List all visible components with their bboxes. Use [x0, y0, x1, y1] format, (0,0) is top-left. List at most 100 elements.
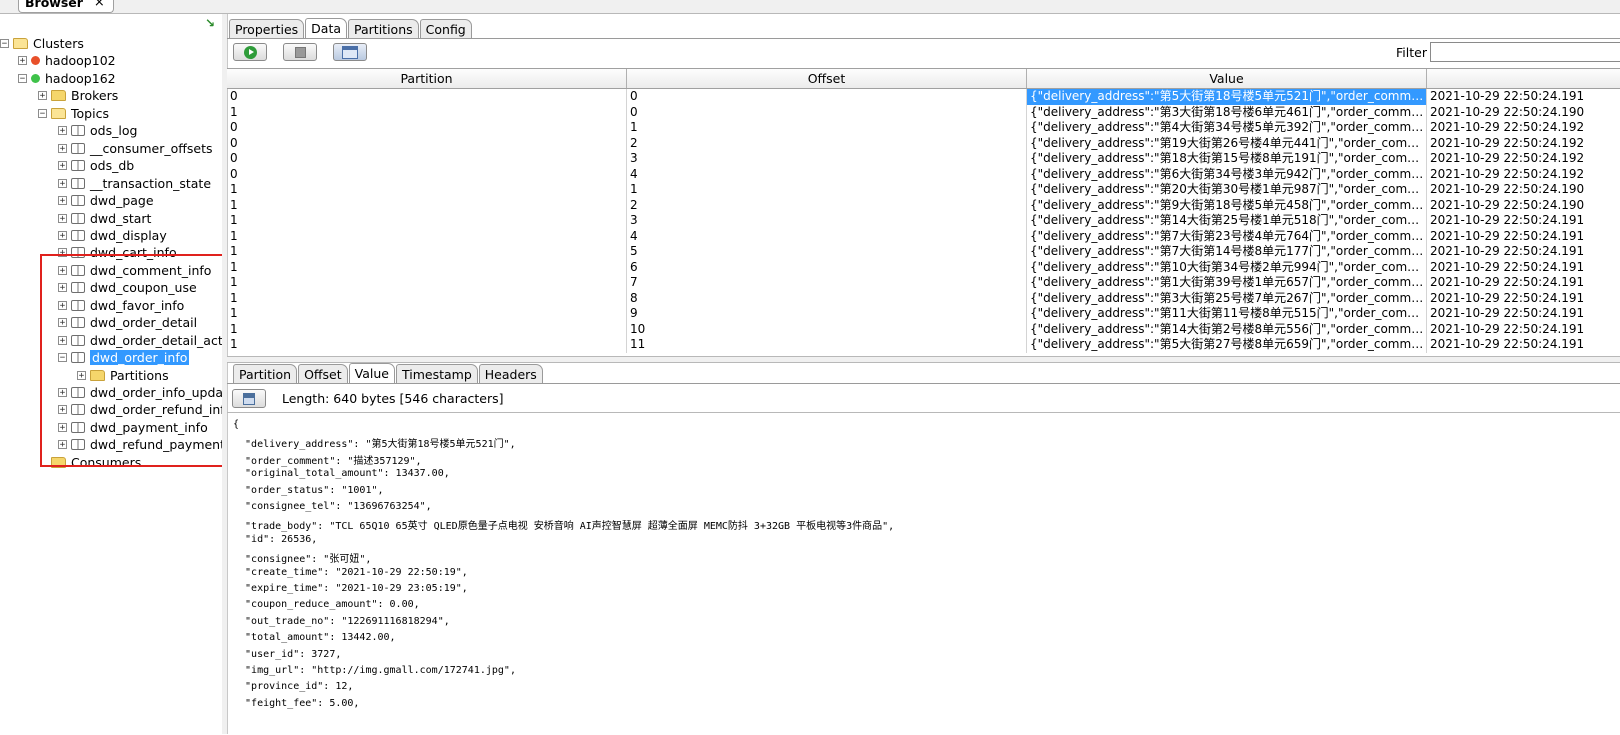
tree-topic[interactable]: + dwd_order_detail_activ — [58, 332, 222, 349]
tree-clusters[interactable]: − Clusters — [0, 35, 84, 52]
expand-icon[interactable]: + — [58, 422, 67, 432]
tree-topic[interactable]: + dwd_start — [58, 210, 151, 227]
filter-input[interactable] — [1430, 42, 1620, 62]
play-icon — [243, 45, 257, 59]
expand-icon[interactable]: + — [58, 265, 67, 275]
expand-icon[interactable]: + — [58, 405, 67, 415]
expand-icon[interactable]: + — [58, 440, 67, 450]
collapse-icon[interactable]: − — [0, 39, 9, 49]
cell-partition: 1 — [227, 244, 627, 260]
tree-consumers[interactable]: Consumers — [38, 454, 141, 471]
tree-topic[interactable]: + dwd_favor_info — [58, 297, 184, 314]
table-row[interactable]: 1 9 {"delivery_address":"第11大街第11号楼8单元515门… — [227, 306, 1620, 322]
tree-topic-selected[interactable]: − dwd_order_info — [58, 349, 190, 366]
table-view-icon — [342, 45, 358, 59]
detail-tabbar: Partition Offset Value Timestamp Headers — [233, 363, 544, 383]
tree-topic[interactable]: + dwd_order_refund_info — [58, 401, 222, 418]
close-icon[interactable]: × — [94, 0, 105, 10]
table-row[interactable]: 0 4 {"delivery_address":"第6大街第34号楼3单元942门"… — [227, 166, 1620, 182]
table-row[interactable]: 0 1 {"delivery_address":"第4大街第34号楼5单元392门"… — [227, 120, 1620, 136]
table-row[interactable]: 1 7 {"delivery_address":"第1大街第39号楼1单元657门"… — [227, 275, 1620, 291]
tree-topic[interactable]: + dwd_cart_info — [58, 244, 177, 261]
expand-icon[interactable]: + — [77, 370, 86, 380]
collapse-icon[interactable]: − — [18, 73, 27, 83]
tree-topic[interactable]: + dwd_display — [58, 227, 167, 244]
detail-tab-value[interactable]: Value — [348, 363, 395, 383]
tree-topic[interactable]: + ods_log — [58, 122, 137, 139]
tree-topic[interactable]: + dwd_payment_info — [58, 419, 208, 436]
tree-topic[interactable]: + dwd_refund_payment — [58, 436, 222, 453]
table-row[interactable]: 1 11 {"delivery_address":"第5大街第27号楼8单元659门… — [227, 337, 1620, 353]
tab-data[interactable]: Data — [305, 18, 348, 38]
tree-topic[interactable]: + dwd_order_info_update — [58, 384, 222, 401]
detail-tab-partition[interactable]: Partition — [233, 364, 298, 383]
tree-topics[interactable]: − Topics — [38, 105, 109, 122]
main-tabbar-line — [227, 38, 1620, 39]
expand-icon[interactable]: + — [58, 318, 67, 328]
expand-icon[interactable]: + — [38, 91, 47, 101]
stop-button[interactable] — [283, 43, 317, 61]
expand-icon[interactable]: + — [58, 230, 67, 240]
collapse-icon[interactable]: − — [38, 108, 47, 118]
expand-icon[interactable]: + — [58, 388, 67, 398]
tree-topic[interactable]: + __transaction_state — [58, 175, 211, 192]
save-button[interactable] — [232, 389, 266, 408]
run-button[interactable] — [233, 43, 267, 61]
tree-label: Partitions — [110, 367, 169, 383]
tree-topic[interactable]: + dwd_order_detail — [58, 314, 197, 331]
collapse-icon[interactable]: − — [58, 353, 67, 363]
expand-icon[interactable]: + — [58, 335, 67, 345]
pane-splitter[interactable] — [227, 356, 1620, 363]
tab-config[interactable]: Config — [419, 19, 472, 38]
expand-icon[interactable]: + — [58, 178, 67, 188]
json-line: "feight_fee": 5.00, — [233, 697, 360, 709]
value-text-area[interactable]: { "delivery_address": "第5大街第18号楼5单元521门"… — [227, 412, 1620, 735]
table-row[interactable]: 1 3 {"delivery_address":"第14大街第25号楼1单元518门… — [227, 213, 1620, 229]
table-row[interactable]: 1 0 {"delivery_address":"第3大街第18号楼6单元461门"… — [227, 104, 1620, 120]
column-header-partition[interactable]: Partition — [227, 69, 627, 88]
column-header-offset[interactable]: Offset — [627, 69, 1027, 88]
column-header-timestamp[interactable] — [1427, 69, 1620, 88]
table-row[interactable]: 1 10 {"delivery_address":"第14大街第2号楼8单元556门… — [227, 321, 1620, 337]
expand-icon[interactable]: + — [58, 213, 67, 223]
topic-icon — [71, 264, 85, 276]
tree-topic[interactable]: + dwd_coupon_use — [58, 279, 197, 296]
tree-label: dwd_order_info — [90, 350, 190, 366]
detail-tab-headers[interactable]: Headers — [478, 364, 543, 383]
table-row[interactable]: 1 6 {"delivery_address":"第10大街第34号楼2单元994门… — [227, 259, 1620, 275]
detail-tab-timestamp[interactable]: Timestamp — [395, 364, 478, 383]
tab-partitions[interactable]: Partitions — [348, 19, 419, 38]
table-row[interactable]: 1 8 {"delivery_address":"第3大街第25号楼7单元267门"… — [227, 290, 1620, 306]
cell-value: {"delivery_address":"第9大街第18号楼5单元458门","… — [1027, 197, 1427, 213]
table-row[interactable]: 0 2 {"delivery_address":"第19大街第26号楼4单元441门… — [227, 135, 1620, 151]
expand-icon[interactable]: + — [18, 56, 27, 66]
tree-topic[interactable]: + dwd_comment_info — [58, 262, 211, 279]
browser-tab[interactable]: Browser × — [18, 0, 114, 13]
tree-topic[interactable]: + __consumer_offsets — [58, 140, 213, 157]
tree-topic[interactable]: + dwd_page — [58, 192, 154, 209]
expand-icon[interactable]: + — [58, 143, 67, 153]
table-row[interactable]: 1 2 {"delivery_address":"第9大街第18号楼5单元458门"… — [227, 197, 1620, 213]
detail-tab-offset[interactable]: Offset — [298, 364, 348, 383]
tab-properties[interactable]: Properties — [229, 19, 305, 38]
table-row[interactable]: 1 1 {"delivery_address":"第20大街第30号楼1单元987门… — [227, 182, 1620, 198]
tree-cluster-hadoop102[interactable]: + hadoop102 — [18, 52, 116, 69]
tree-cluster-hadoop162[interactable]: − hadoop162 — [18, 70, 116, 87]
view-toggle-button[interactable] — [333, 43, 367, 61]
expand-icon[interactable]: + — [58, 283, 67, 293]
expand-icon[interactable]: + — [58, 196, 67, 206]
expand-icon[interactable]: + — [58, 161, 67, 171]
table-row[interactable]: 0 0 {"delivery_address":"第5大街第18号楼5单元521门"… — [227, 89, 1620, 105]
column-header-value[interactable]: Value — [1027, 69, 1427, 88]
collapse-all-icon[interactable]: ↘ — [205, 16, 215, 30]
tree-brokers[interactable]: + Brokers — [38, 87, 118, 104]
table-row[interactable]: 1 4 {"delivery_address":"第7大街第23号楼4单元764门"… — [227, 228, 1620, 244]
expand-icon[interactable]: + — [58, 248, 67, 258]
table-row[interactable]: 0 3 {"delivery_address":"第18大街第15号楼8单元191门… — [227, 151, 1620, 167]
expand-icon[interactable]: + — [58, 126, 67, 136]
tree-label: dwd_coupon_use — [90, 280, 197, 296]
tree-topic[interactable]: + ods_db — [58, 157, 134, 174]
tree-partitions[interactable]: + Partitions — [77, 367, 169, 384]
table-row[interactable]: 1 5 {"delivery_address":"第7大街第14号楼8单元177门"… — [227, 244, 1620, 260]
expand-icon[interactable]: + — [58, 300, 67, 310]
